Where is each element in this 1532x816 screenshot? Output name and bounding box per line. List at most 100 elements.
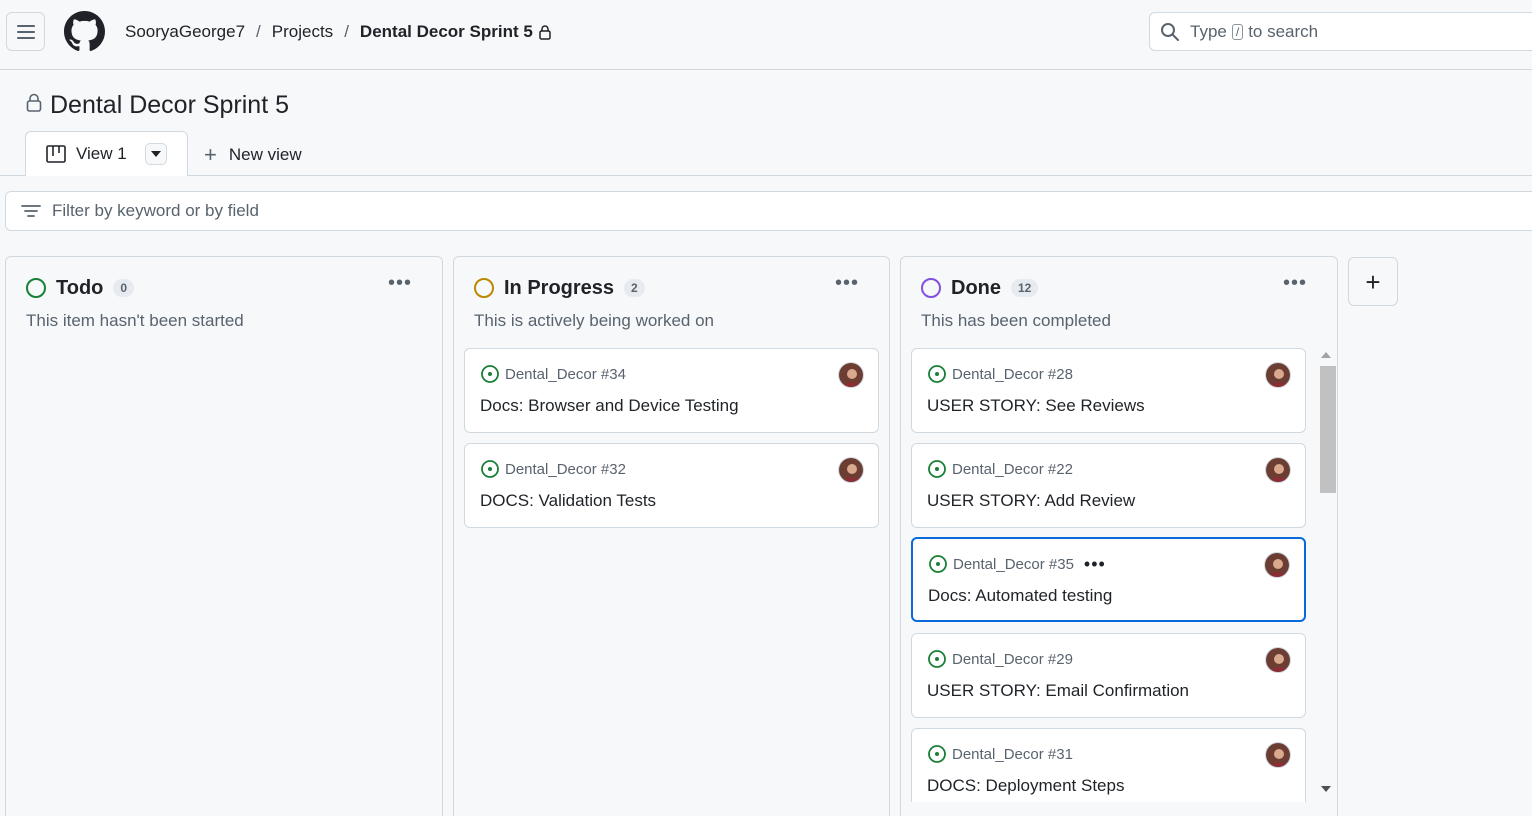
filter-input[interactable]: Filter by keyword or by field	[5, 191, 1532, 231]
issue-card[interactable]: Dental_Decor #32 DOCS: Validation Tests	[464, 443, 879, 528]
card-repo-ref[interactable]: Dental_Decor #22	[952, 461, 1073, 478]
card-meta: Dental_Decor #32	[480, 459, 626, 479]
card-meta: Dental_Decor #31	[927, 744, 1073, 764]
column-name: Todo	[56, 276, 104, 299]
column-options-button[interactable]: •••	[835, 272, 859, 294]
tab-view-1[interactable]: View 1	[25, 131, 188, 176]
avatar[interactable]	[838, 362, 864, 388]
status-circle-icon	[474, 278, 494, 298]
issue-card-focused[interactable]: Dental_Decor #35 ••• Docs: Automated tes…	[911, 537, 1306, 622]
plus-icon: +	[1365, 266, 1381, 297]
column-description: This is actively being worked on	[474, 311, 715, 330]
breadcrumb-separator: /	[344, 22, 349, 41]
scroll-up-arrow-icon[interactable]	[1321, 352, 1331, 358]
issue-card[interactable]: Dental_Decor #22 USER STORY: Add Review	[911, 443, 1306, 528]
status-circle-icon	[26, 278, 46, 298]
view-options-dropdown[interactable]	[144, 143, 167, 165]
avatar[interactable]	[838, 457, 864, 483]
board-column-todo: Todo 0 ••• This item hasn't been started	[5, 256, 443, 816]
page-title: Dental Decor Sprint 5	[26, 88, 289, 122]
filter-placeholder: Filter by keyword or by field	[52, 201, 259, 220]
card-title[interactable]: USER STORY: Add Review	[927, 491, 1135, 511]
avatar[interactable]	[1265, 742, 1291, 768]
plus-icon: +	[204, 142, 217, 167]
github-octocat-icon[interactable]	[64, 11, 105, 52]
board-view-icon	[46, 145, 66, 163]
triangle-down-icon	[150, 151, 161, 157]
board-column-done: Done 12 ••• This has been completed Dent…	[900, 256, 1338, 816]
avatar[interactable]	[1265, 457, 1291, 483]
lock-icon	[26, 93, 42, 112]
board-column-in-progress: In Progress 2 ••• This is actively being…	[453, 256, 890, 816]
card-title[interactable]: DOCS: Deployment Steps	[927, 776, 1124, 796]
column-scrollbar[interactable]	[1318, 348, 1336, 803]
filter-icon	[21, 203, 41, 219]
card-options-button[interactable]: •••	[1084, 554, 1106, 575]
column-count-badge: 2	[624, 279, 645, 297]
card-repo-ref[interactable]: Dental_Decor #35	[953, 556, 1074, 573]
column-name: Done	[951, 276, 1001, 299]
avatar[interactable]	[1264, 552, 1290, 578]
search-placeholder-prefix: Type	[1190, 21, 1227, 41]
column-options-button[interactable]: •••	[1283, 272, 1307, 294]
issue-card[interactable]: Dental_Decor #28 USER STORY: See Reviews	[911, 348, 1306, 433]
breadcrumb-separator: /	[256, 22, 261, 41]
issue-card[interactable]: Dental_Decor #29 USER STORY: Email Confi…	[911, 633, 1306, 718]
card-repo-ref[interactable]: Dental_Decor #28	[952, 366, 1073, 383]
issue-opened-icon	[928, 554, 948, 574]
issue-card[interactable]: Dental_Decor #34 Docs: Browser and Devic…	[464, 348, 879, 433]
issue-opened-icon	[927, 459, 947, 479]
new-view-button[interactable]: + New view	[204, 141, 302, 169]
column-description: This item hasn't been started	[26, 311, 244, 330]
card-repo-ref[interactable]: Dental_Decor #31	[952, 746, 1073, 763]
column-count-badge: 12	[1011, 279, 1039, 297]
card-repo-ref[interactable]: Dental_Decor #32	[505, 461, 626, 478]
column-description: This has been completed	[921, 311, 1111, 330]
card-meta: Dental_Decor #29	[927, 649, 1073, 669]
breadcrumb: SooryaGeorge7 / Projects / Dental Decor …	[125, 20, 551, 44]
card-title[interactable]: USER STORY: Email Confirmation	[927, 681, 1189, 701]
column-name: In Progress	[504, 276, 615, 299]
avatar[interactable]	[1265, 647, 1291, 673]
card-title[interactable]: Docs: Automated testing	[928, 586, 1112, 606]
tab-view-label: View 1	[76, 144, 127, 163]
scrollbar-thumb[interactable]	[1320, 366, 1336, 493]
add-column-button[interactable]: +	[1348, 257, 1398, 306]
avatar[interactable]	[1265, 362, 1291, 388]
kebab-horizontal-icon: •••	[388, 271, 413, 294]
hamburger-menu-icon	[16, 24, 35, 39]
status-circle-icon	[921, 278, 941, 298]
card-title[interactable]: USER STORY: See Reviews	[927, 396, 1145, 416]
kebab-horizontal-icon: •••	[1283, 271, 1308, 294]
issue-opened-icon	[927, 649, 947, 669]
issue-card[interactable]: Dental_Decor #31 DOCS: Deployment Steps	[911, 728, 1306, 802]
column-options-button[interactable]: •••	[388, 272, 412, 294]
column-header: In Progress 2	[474, 275, 645, 301]
search-icon	[1161, 22, 1179, 41]
scroll-down-arrow-icon[interactable]	[1321, 786, 1331, 792]
search-input[interactable]: Type / to search	[1149, 12, 1532, 51]
issue-opened-icon	[480, 364, 500, 384]
new-view-label: New view	[228, 145, 302, 164]
card-meta: Dental_Decor #28	[927, 364, 1073, 384]
breadcrumb-projects-link[interactable]: Projects	[272, 22, 333, 42]
card-repo-ref[interactable]: Dental_Decor #29	[952, 651, 1073, 668]
column-header: Done 12	[921, 275, 1039, 301]
lock-icon	[539, 24, 551, 40]
search-shortcut-key: /	[1231, 23, 1244, 40]
card-title[interactable]: DOCS: Validation Tests	[480, 491, 656, 511]
column-header: Todo 0	[26, 275, 135, 301]
global-header: SooryaGeorge7 / Projects / Dental Decor …	[0, 0, 1532, 70]
issue-opened-icon	[927, 744, 947, 764]
issue-opened-icon	[480, 459, 500, 479]
global-menu-button[interactable]	[6, 12, 45, 51]
kebab-horizontal-icon: •••	[835, 271, 860, 294]
project-title-text: Dental Decor Sprint 5	[50, 90, 290, 119]
card-title[interactable]: Docs: Browser and Device Testing	[480, 396, 739, 416]
card-repo-ref[interactable]: Dental_Decor #34	[505, 366, 626, 383]
breadcrumb-current-project[interactable]: Dental Decor Sprint 5	[360, 22, 533, 42]
search-placeholder-suffix: to search	[1248, 21, 1319, 41]
column-count-badge: 0	[113, 279, 135, 297]
card-meta: Dental_Decor #22	[927, 459, 1073, 479]
breadcrumb-owner-link[interactable]: SooryaGeorge7	[125, 22, 245, 42]
